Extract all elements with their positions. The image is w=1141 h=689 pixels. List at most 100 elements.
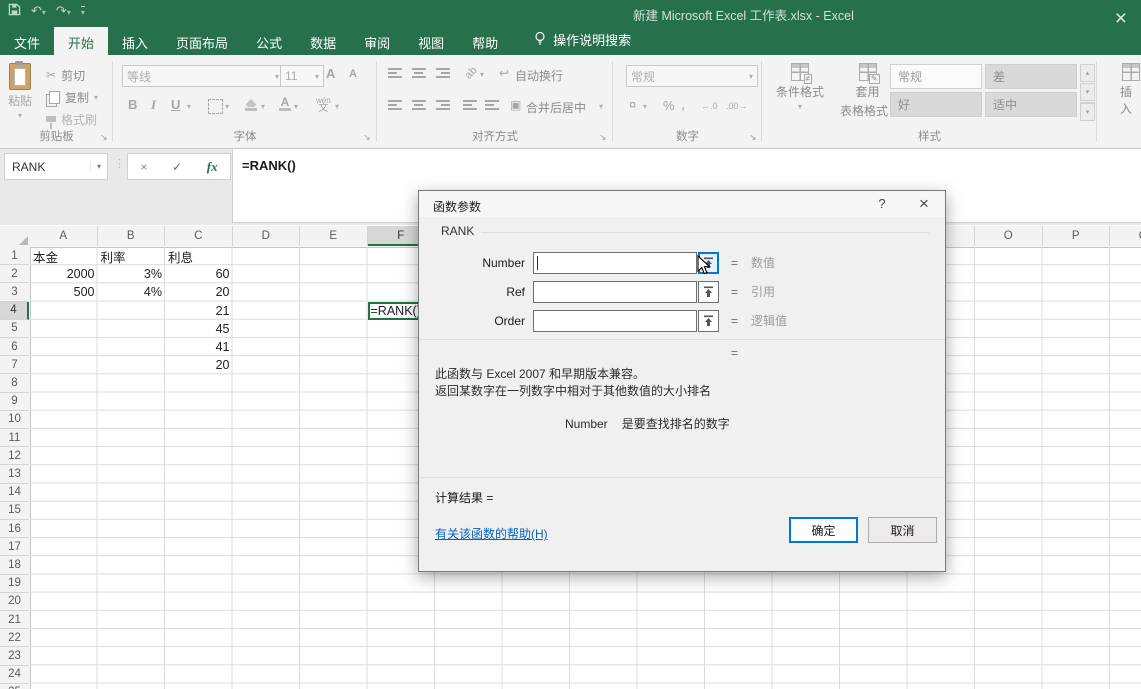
increase-indent-icon[interactable] (485, 100, 499, 110)
row-header-9[interactable]: 9 (0, 393, 29, 411)
align-top-icon[interactable] (388, 68, 402, 78)
row-header-10[interactable]: 10 (0, 411, 29, 429)
align-bottom-icon[interactable] (436, 68, 450, 78)
alignment-dialog-launcher-icon[interactable]: ↘ (599, 132, 607, 143)
row-header-2[interactable]: 2 (0, 265, 29, 283)
decrease-indent-icon[interactable] (463, 100, 477, 110)
select-all-button[interactable] (0, 226, 31, 248)
row-header-23[interactable]: 23 (0, 647, 29, 665)
tab-视图[interactable]: 视图 (404, 27, 458, 55)
paste-dropdown-icon[interactable]: ▾ (18, 111, 22, 120)
accounting-dropdown-icon[interactable]: ▾ (643, 102, 647, 111)
row-header-4[interactable]: 4 (0, 302, 29, 320)
cell-C4[interactable]: 21 (165, 302, 233, 320)
dialog-close-button[interactable]: × (911, 194, 937, 214)
row-header-13[interactable]: 13 (0, 465, 29, 483)
redo-button[interactable]: ↷▾ (56, 3, 71, 19)
cell-C1[interactable]: 利息 (165, 247, 233, 265)
argument-input-order[interactable] (533, 310, 697, 332)
borders-dropdown-icon[interactable]: ▾ (225, 102, 229, 111)
row-header-19[interactable]: 19 (0, 575, 29, 593)
cell-C7[interactable]: 20 (165, 356, 233, 374)
align-middle-icon[interactable] (412, 68, 426, 78)
underline-dropdown-icon[interactable]: ▾ (187, 102, 191, 111)
underline-button[interactable]: U (171, 97, 180, 112)
clipboard-dialog-launcher-icon[interactable]: ↘ (100, 132, 108, 143)
tell-me-search[interactable]: 操作说明搜索 (534, 30, 631, 55)
copy-dropdown-icon[interactable]: ▾ (94, 93, 98, 102)
name-box-dropdown-icon[interactable]: ▾ (90, 162, 107, 171)
cell-style-适中[interactable]: 适中 (985, 92, 1077, 117)
column-header-O[interactable]: O (975, 226, 1043, 246)
row-header-22[interactable]: 22 (0, 629, 29, 647)
row-header-6[interactable]: 6 (0, 338, 29, 356)
column-header-B[interactable]: B (98, 226, 166, 246)
cut-button[interactable]: ✂ 剪切 (46, 65, 85, 85)
gallery-scroll-down-button[interactable]: ▾ (1080, 83, 1095, 101)
row-header-12[interactable]: 12 (0, 447, 29, 465)
window-close-button[interactable]: × (1115, 8, 1127, 29)
italic-button[interactable]: I (151, 97, 156, 113)
row-header-15[interactable]: 15 (0, 502, 29, 520)
cell-C5[interactable]: 45 (165, 320, 233, 338)
row-header-14[interactable]: 14 (0, 484, 29, 502)
save-icon[interactable] (8, 3, 21, 19)
column-header-Q[interactable]: Q (1110, 226, 1141, 246)
font-dialog-launcher-icon[interactable]: ↘ (363, 132, 371, 143)
orientation-dropdown-icon[interactable]: ▾ (480, 70, 484, 79)
redo-dropdown-icon[interactable]: ▾ (67, 8, 71, 17)
formula-bar-resize-handle[interactable]: ⋮ (114, 157, 125, 170)
decrease-decimal-icon[interactable]: .00→ (726, 101, 748, 111)
fill-color-button[interactable] (245, 99, 257, 111)
column-header-A[interactable]: A (30, 226, 98, 246)
font-name-combo[interactable]: 等线▾ (122, 65, 284, 87)
insert-function-button[interactable]: fx (207, 159, 218, 175)
phonetic-dropdown-icon[interactable]: ▾ (335, 102, 339, 111)
cell-B3[interactable]: 4% (98, 283, 166, 301)
customize-qat-button[interactable]: ▾ (81, 6, 85, 16)
phonetic-button[interactable]: wén文 (316, 97, 331, 113)
argument-input-number[interactable] (533, 252, 697, 274)
orientation-icon[interactable]: ab (463, 64, 480, 81)
bold-button[interactable]: B (128, 97, 137, 112)
format-painter-button[interactable]: 格式刷 (46, 109, 97, 129)
borders-icon[interactable] (208, 99, 223, 114)
cell-A1[interactable]: 本金 (30, 247, 98, 265)
align-left-icon[interactable] (388, 100, 402, 110)
cell-style-差[interactable]: 差 (985, 64, 1077, 89)
name-box[interactable]: RANK ▾ (4, 153, 108, 180)
wrap-text-button[interactable]: 自动换行 (515, 67, 563, 84)
comma-style-button[interactable]: , (681, 96, 685, 113)
fill-color-dropdown-icon[interactable]: ▾ (261, 102, 265, 111)
enter-entry-button[interactable]: ✓ (172, 160, 182, 174)
gallery-scroll-up-button[interactable]: ▴ (1080, 64, 1095, 82)
argument-input-ref[interactable] (533, 281, 697, 303)
undo-dropdown-icon[interactable]: ▾ (42, 8, 46, 17)
conditional-formatting-button[interactable]: ≠ 条件格式 ▾ (776, 63, 824, 111)
insert-cells-button[interactable]: 插入 (1120, 63, 1141, 117)
cell-A2[interactable]: 2000 (30, 265, 98, 283)
cell-style-常规[interactable]: 常规 (890, 64, 982, 89)
row-header-21[interactable]: 21 (0, 611, 29, 629)
merge-center-dropdown-icon[interactable]: ▾ (599, 102, 603, 111)
align-center-icon[interactable] (412, 100, 426, 110)
tab-页面布局[interactable]: 页面布局 (162, 27, 242, 55)
dialog-help-button[interactable]: ? (871, 196, 893, 211)
tab-公式[interactable]: 公式 (242, 27, 296, 55)
tab-帮助[interactable]: 帮助 (458, 27, 512, 55)
gallery-more-button[interactable]: ▾ (1080, 102, 1095, 121)
column-header-E[interactable]: E (300, 226, 368, 246)
font-color-dropdown-icon[interactable]: ▾ (294, 102, 298, 111)
copy-button[interactable]: 复制 ▾ (46, 87, 98, 107)
font-color-button[interactable]: A (279, 97, 291, 111)
tab-数据[interactable]: 数据 (296, 27, 350, 55)
cancel-button[interactable]: 取消 (868, 517, 937, 543)
ok-button[interactable]: 确定 (789, 517, 858, 543)
column-header-D[interactable]: D (233, 226, 301, 246)
row-header-17[interactable]: 17 (0, 538, 29, 556)
column-header-C[interactable]: C (165, 226, 233, 246)
number-format-combo[interactable]: 常规▾ (626, 65, 758, 87)
range-picker-button-order[interactable] (698, 310, 719, 332)
column-header-P[interactable]: P (1043, 226, 1111, 246)
align-right-icon[interactable] (436, 100, 450, 110)
